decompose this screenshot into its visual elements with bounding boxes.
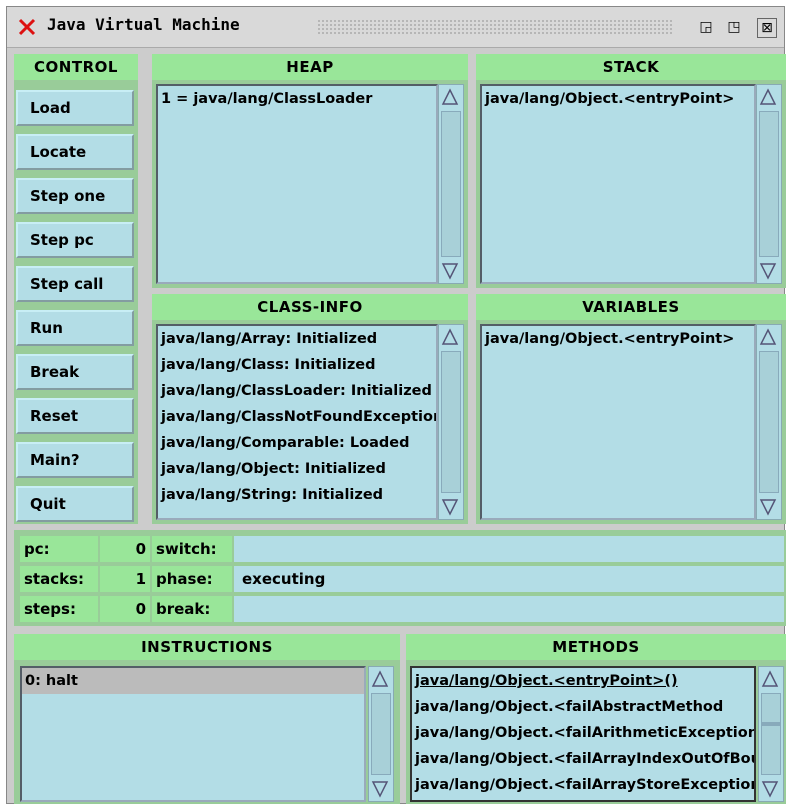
load-button[interactable]: Load (16, 90, 134, 126)
break-value (234, 596, 784, 622)
scroll-track[interactable] (759, 111, 779, 257)
maximize-icon[interactable]: ◳ (725, 18, 743, 36)
pc-label: pc: (20, 536, 98, 562)
title-bar[interactable]: Java Virtual Machine ◲ ◳ ⊠ (7, 7, 784, 48)
list-item[interactable]: java/lang/Object.<entryPoint> (482, 326, 754, 352)
list-item[interactable]: java/lang/ClassNotFoundException (158, 404, 436, 430)
window-title: Java Virtual Machine (47, 15, 240, 34)
scroll-track[interactable] (759, 351, 779, 493)
minimize-icon[interactable]: ◲ (697, 18, 715, 36)
list-item[interactable]: java/lang/Object.<entryPoint> (482, 86, 754, 112)
instructions-scrollbar[interactable] (368, 666, 394, 802)
methods-header: METHODS (406, 634, 786, 660)
scroll-up-icon[interactable] (761, 670, 779, 688)
step-pc-button[interactable]: Step pc (16, 222, 134, 258)
steps-label: steps: (20, 596, 98, 622)
variables-list[interactable]: java/lang/Object.<entryPoint> (480, 324, 756, 520)
instructions-header: INSTRUCTIONS (14, 634, 400, 660)
methods-list[interactable]: java/lang/Object.<entryPoint>() java/lan… (410, 666, 756, 802)
scroll-track[interactable] (371, 693, 391, 775)
switch-value (234, 536, 784, 562)
stack-list[interactable]: java/lang/Object.<entryPoint> (480, 84, 756, 284)
control-header: CONTROL (14, 54, 138, 80)
main-button[interactable]: Main? (16, 442, 134, 478)
list-item[interactable]: java/lang/ClassLoader: Initialized (158, 378, 436, 404)
instructions-panel: INSTRUCTIONS 0: halt (14, 634, 400, 804)
class-info-list[interactable]: java/lang/Array: Initialized java/lang/C… (156, 324, 438, 520)
scroll-down-icon[interactable] (759, 262, 777, 280)
list-item[interactable]: java/lang/Object.<failAbstractMethod (412, 694, 754, 720)
variables-panel: VARIABLES java/lang/Object.<entryPoint> (476, 294, 786, 524)
scroll-up-icon[interactable] (759, 88, 777, 106)
scroll-up-icon[interactable] (759, 328, 777, 346)
scroll-down-icon[interactable] (371, 780, 389, 798)
heap-scrollbar[interactable] (438, 84, 464, 284)
locate-button[interactable]: Locate (16, 134, 134, 170)
class-info-header: CLASS-INFO (152, 294, 468, 320)
steps-value: 0 (100, 596, 150, 622)
heap-panel: HEAP 1 = java/lang/ClassLoader (152, 54, 468, 288)
list-item[interactable]: java/lang/Array: Initialized (158, 326, 436, 352)
variables-header: VARIABLES (476, 294, 786, 320)
scroll-up-icon[interactable] (441, 88, 459, 106)
variables-scrollbar[interactable] (756, 324, 782, 520)
methods-scrollbar[interactable] (758, 666, 784, 802)
switch-label: switch: (152, 536, 232, 562)
list-item[interactable]: 1 = java/lang/ClassLoader (158, 86, 436, 112)
methods-panel: METHODS java/lang/Object.<entryPoint>() … (406, 634, 786, 804)
pc-value: 0 (100, 536, 150, 562)
stack-header: STACK (476, 54, 786, 80)
scroll-track[interactable] (441, 351, 461, 493)
scroll-down-icon[interactable] (759, 498, 777, 516)
break-button[interactable]: Break (16, 354, 134, 390)
list-item[interactable]: java/lang/Object.<failArrayStoreExceptio… (412, 772, 754, 798)
scroll-down-icon[interactable] (441, 498, 459, 516)
instructions-list[interactable]: 0: halt (20, 666, 366, 802)
run-button[interactable]: Run (16, 310, 134, 346)
scroll-down-icon[interactable] (441, 262, 459, 280)
list-item[interactable]: java/lang/Object.<failArithmeticExceptio… (412, 720, 754, 746)
stack-scrollbar[interactable] (756, 84, 782, 284)
list-item[interactable]: java/lang/Object: Initialized (158, 456, 436, 482)
heap-header: HEAP (152, 54, 468, 80)
list-item[interactable]: java/lang/Object.<entryPoint>() (412, 668, 754, 694)
phase-label: phase: (152, 566, 232, 592)
scroll-up-icon[interactable] (441, 328, 459, 346)
reset-button[interactable]: Reset (16, 398, 134, 434)
list-item[interactable]: java/lang/Comparable: Loaded (158, 430, 436, 456)
step-one-button[interactable]: Step one (16, 178, 134, 214)
class-info-panel: CLASS-INFO java/lang/Array: Initialized … (152, 294, 468, 524)
heap-list[interactable]: 1 = java/lang/ClassLoader (156, 84, 438, 284)
list-item[interactable]: java/lang/Object.<failArrayIndexOutOfBou… (412, 746, 754, 772)
close-icon[interactable]: ⊠ (757, 18, 777, 38)
phase-value: executing (234, 566, 784, 592)
scroll-up-icon[interactable] (371, 670, 389, 688)
title-bar-pattern (317, 19, 672, 35)
stack-panel: STACK java/lang/Object.<entryPoint> (476, 54, 786, 288)
list-item[interactable]: java/lang/Class: Initialized (158, 352, 436, 378)
scroll-track[interactable] (441, 111, 461, 257)
step-call-button[interactable]: Step call (16, 266, 134, 302)
scroll-track[interactable] (761, 693, 781, 775)
scroll-down-icon[interactable] (761, 780, 779, 798)
stacks-label: stacks: (20, 566, 98, 592)
class-info-scrollbar[interactable] (438, 324, 464, 520)
list-item[interactable]: 0: halt (22, 668, 364, 694)
break-label: break: (152, 596, 232, 622)
list-item[interactable]: java/lang/String: Initialized (158, 482, 436, 508)
close-x-icon[interactable] (17, 17, 37, 37)
stacks-value: 1 (100, 566, 150, 592)
scroll-thumb[interactable] (762, 722, 780, 726)
quit-button[interactable]: Quit (16, 486, 134, 522)
